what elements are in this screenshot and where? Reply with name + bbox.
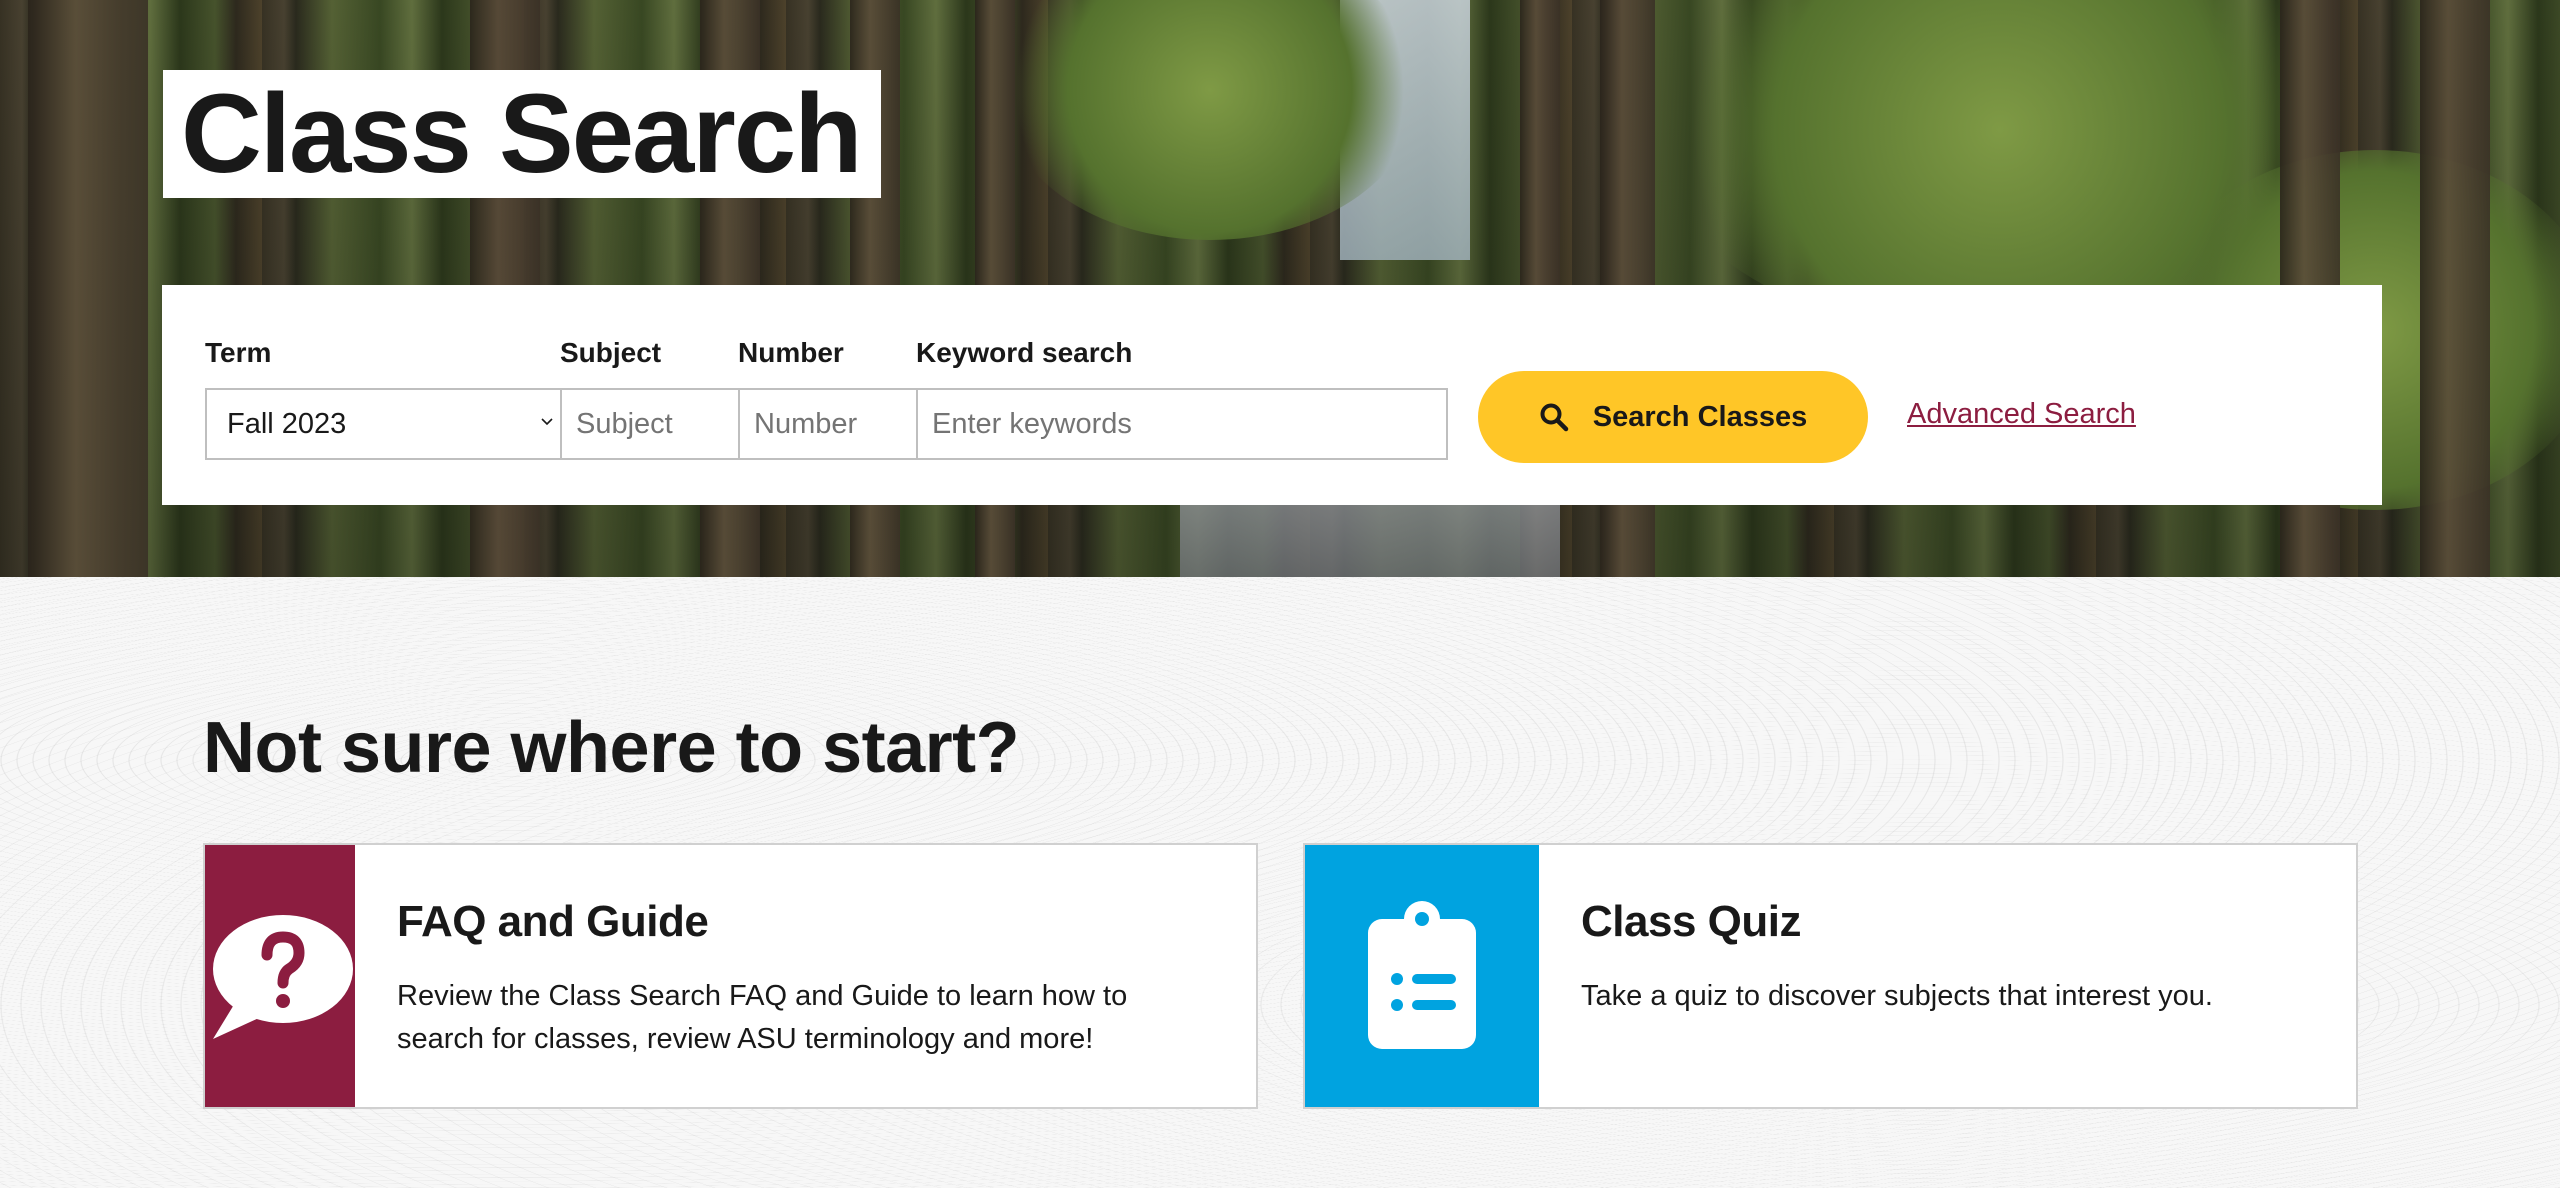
hero-walkway	[1180, 500, 1560, 577]
subject-input[interactable]: Subject	[560, 388, 740, 460]
term-select-value: Fall 2023	[227, 407, 347, 440]
advanced-search-link[interactable]: Advanced Search	[1907, 398, 2136, 431]
subject-label: Subject	[560, 337, 662, 368]
keyword-input[interactable]: Enter keywords	[916, 388, 1448, 460]
quiz-card-title: Class Quiz	[1581, 897, 1801, 946]
clipboard-list-icon	[1368, 901, 1476, 1049]
help-section: Not sure where to start? FAQ and Guide R…	[0, 577, 2560, 1188]
keyword-label: Keyword search	[916, 337, 1133, 368]
hero-banner: Class Search Term Subject Number Keyword…	[0, 0, 2560, 577]
question-bubble-icon	[213, 915, 353, 1039]
palm-trunk	[2420, 0, 2490, 577]
chevron-down-icon	[541, 418, 553, 426]
quiz-card-text: Take a quiz to discover subjects that in…	[1581, 980, 2213, 1012]
search-classes-button[interactable]: Search Classes	[1478, 371, 1868, 463]
page-title-box: Class Search	[163, 70, 881, 198]
faq-card-title: FAQ and Guide	[397, 897, 709, 946]
palm-trunk	[28, 0, 148, 577]
faq-card-icon-panel	[205, 845, 355, 1107]
subject-placeholder: Subject	[576, 407, 673, 440]
section-heading: Not sure where to start?	[203, 708, 1020, 788]
term-label: Term	[205, 337, 272, 368]
quiz-card-body: Class Quiz Take a quiz to discover subje…	[1539, 845, 2253, 1107]
faq-guide-card[interactable]: FAQ and Guide Review the Class Search FA…	[203, 843, 1258, 1109]
quiz-card-icon-panel	[1305, 845, 1539, 1107]
faq-card-body: FAQ and Guide Review the Class Search FA…	[355, 845, 1256, 1107]
number-placeholder: Number	[754, 407, 858, 440]
search-classes-label: Search Classes	[1592, 400, 1808, 433]
number-input[interactable]: Number	[738, 388, 918, 460]
search-panel: Term Subject Number Keyword search Fall …	[162, 285, 2382, 505]
term-select[interactable]: Fall 2023	[205, 388, 562, 460]
class-quiz-card[interactable]: Class Quiz Take a quiz to discover subje…	[1303, 843, 2358, 1109]
faq-card-text: Review the Class Search FAQ and Guide to…	[397, 980, 1128, 1055]
search-icon	[1540, 403, 1569, 432]
number-label: Number	[738, 337, 844, 368]
page-title: Class Search	[181, 71, 863, 196]
keyword-placeholder: Enter keywords	[932, 407, 1132, 440]
